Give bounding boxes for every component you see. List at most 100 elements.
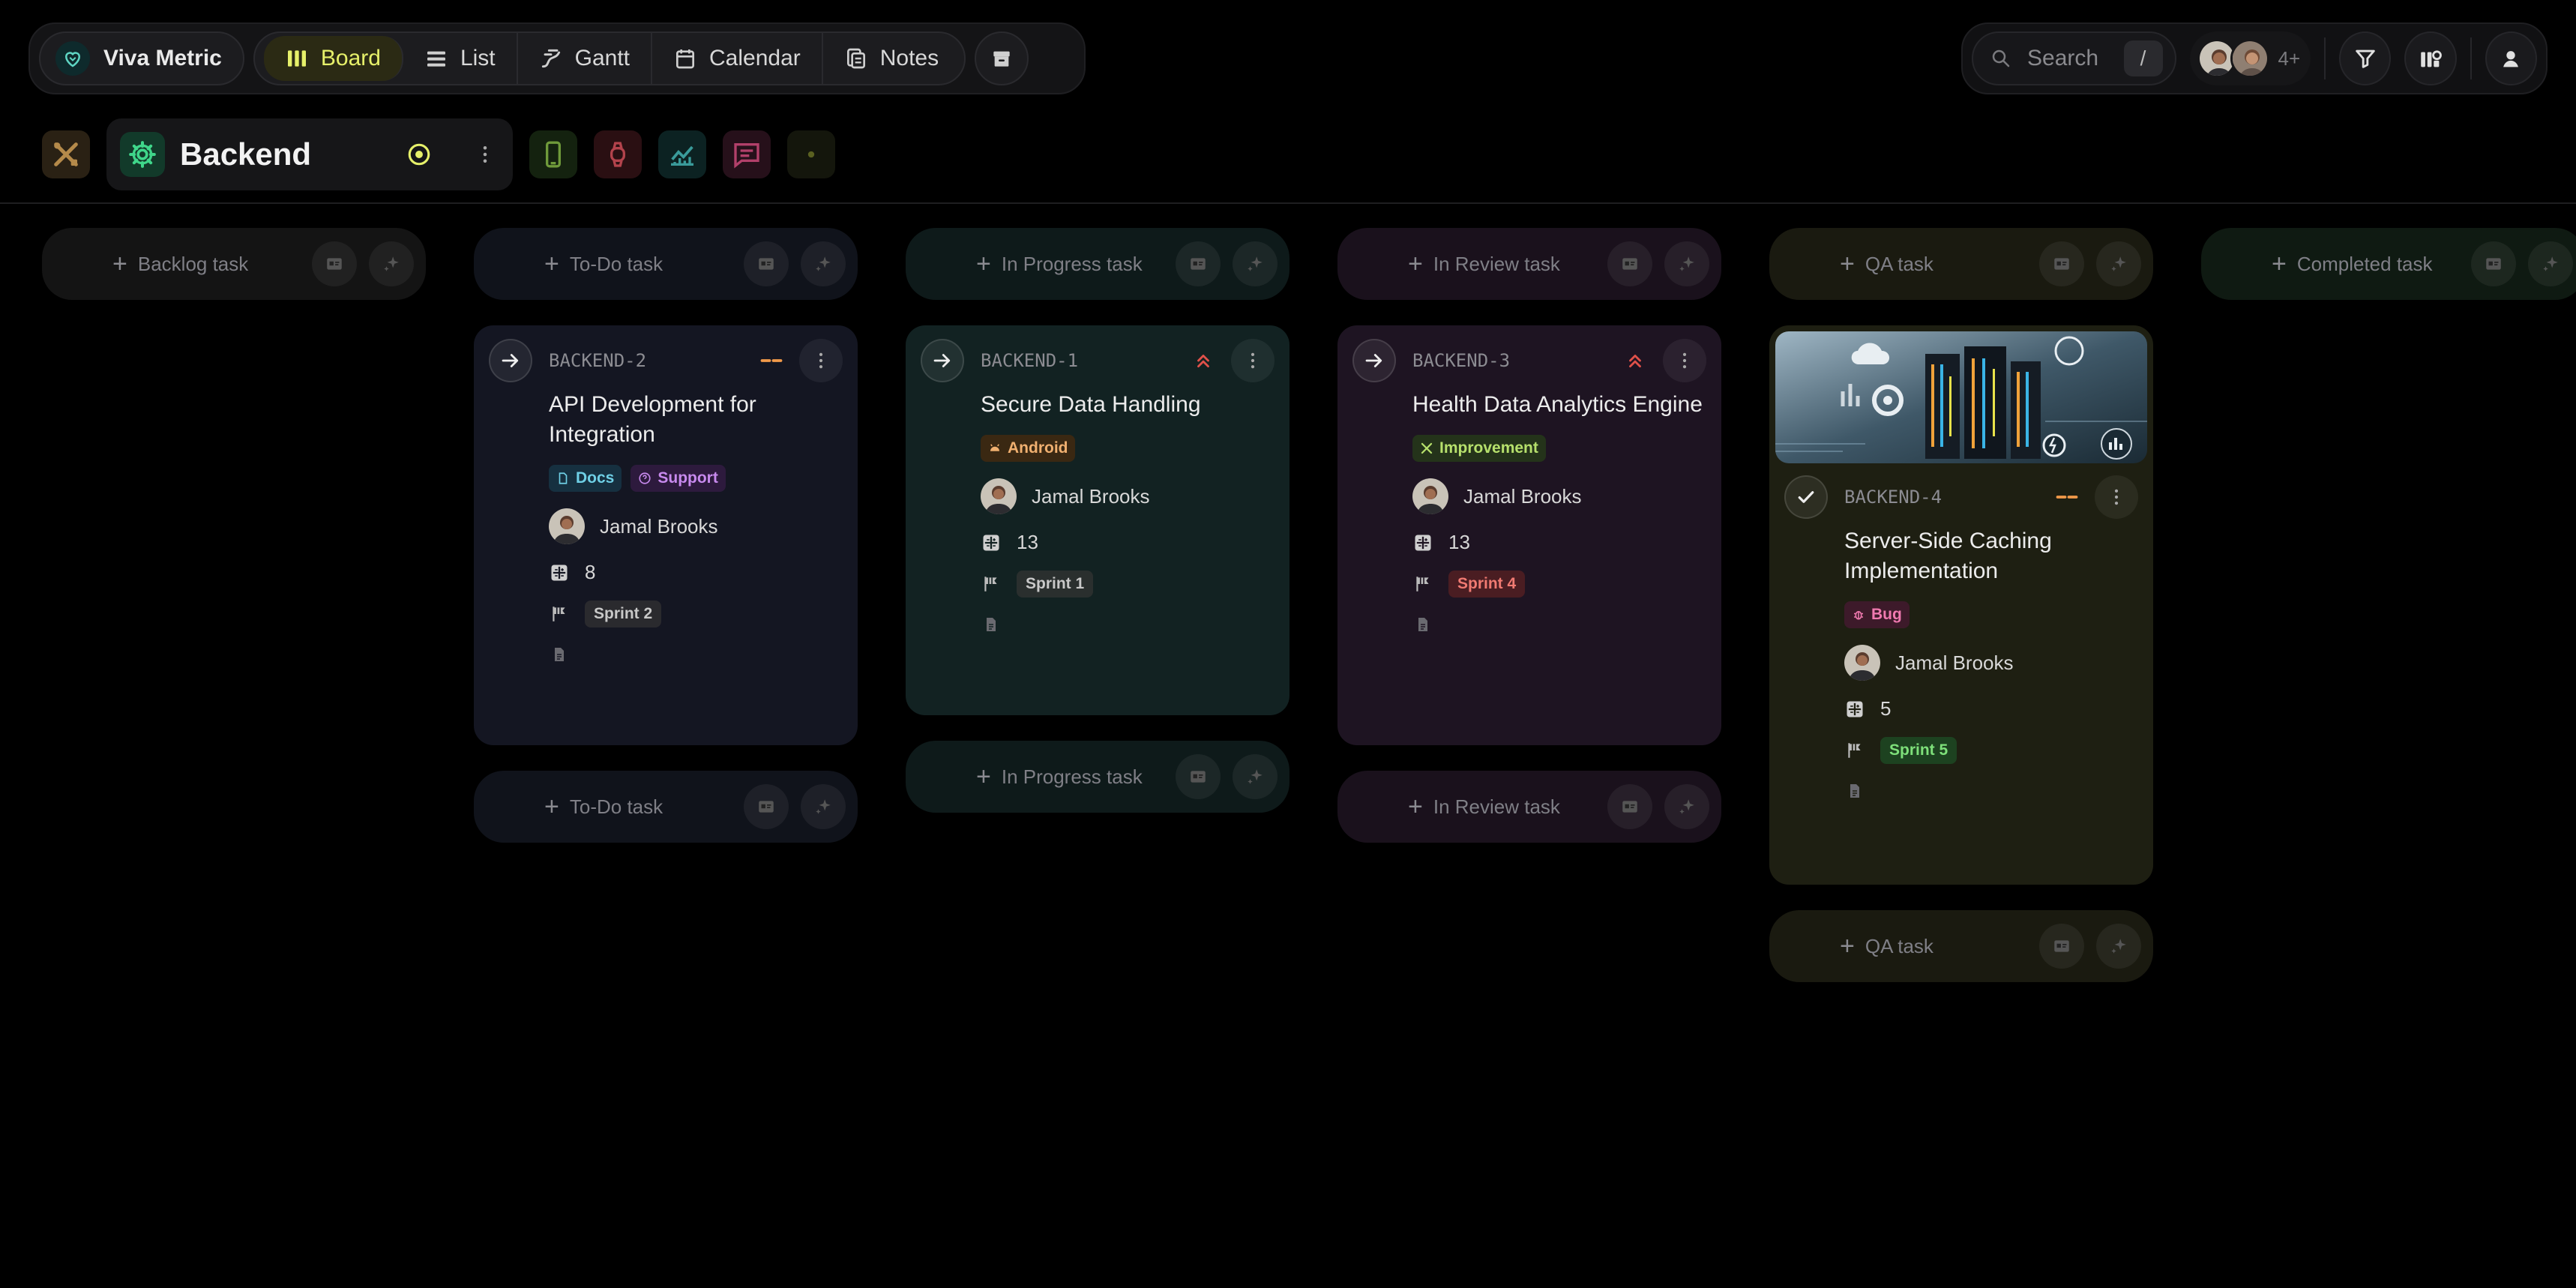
ai-generate-button[interactable] bbox=[801, 784, 846, 829]
tab-board[interactable]: Board bbox=[263, 36, 403, 81]
sparkle-icon bbox=[2111, 939, 2126, 954]
add-task-button[interactable]: + To-Do task bbox=[474, 228, 858, 300]
add-task-button[interactable]: + Completed task bbox=[2201, 228, 2576, 300]
task-menu-button[interactable] bbox=[2095, 475, 2138, 519]
project-mobile-button[interactable] bbox=[529, 130, 577, 178]
sprint-badge[interactable]: Sprint 2 bbox=[585, 601, 662, 628]
add-task-label: QA task bbox=[1865, 934, 1933, 957]
add-card-template-button[interactable] bbox=[744, 784, 789, 829]
filter-button[interactable] bbox=[2339, 31, 2392, 85]
plus-icon: + bbox=[976, 249, 991, 278]
move-task-button[interactable] bbox=[489, 339, 532, 382]
board-settings-button[interactable] bbox=[2404, 31, 2457, 85]
ai-generate-button[interactable] bbox=[801, 241, 846, 286]
add-card-template-button[interactable] bbox=[744, 241, 789, 286]
task-card[interactable]: BACKEND-4 Server-Side Caching Implementa… bbox=[1769, 325, 2153, 885]
project-chat-button[interactable] bbox=[723, 130, 771, 178]
project-watch-button[interactable] bbox=[594, 130, 642, 178]
sprint-badge[interactable]: Sprint 1 bbox=[1017, 571, 1094, 598]
column-in-progress: + In Progress task BACKEND-1 Secure Data… bbox=[906, 228, 1289, 813]
toolbar-divider bbox=[2470, 37, 2472, 79]
sparkle-icon bbox=[1248, 769, 1263, 784]
complete-task-button[interactable] bbox=[1784, 475, 1828, 519]
chat-icon bbox=[734, 143, 759, 169]
ai-generate-button[interactable] bbox=[2528, 241, 2573, 286]
task-card[interactable]: BACKEND-2 API Development for Integratio… bbox=[474, 325, 858, 745]
workspace-switcher[interactable]: Viva Metric bbox=[39, 31, 244, 85]
dot-icon bbox=[807, 151, 815, 158]
tab-list[interactable]: List bbox=[403, 31, 518, 85]
ai-generate-button[interactable] bbox=[369, 241, 414, 286]
id-card-icon bbox=[2054, 940, 2069, 952]
task-card[interactable]: BACKEND-3 Health Data Analytics Engine I… bbox=[1337, 325, 1721, 745]
add-card-template-button[interactable] bbox=[1176, 754, 1221, 799]
add-card-template-button[interactable] bbox=[2039, 924, 2084, 969]
add-card-template-button[interactable] bbox=[312, 241, 357, 286]
add-card-template-button[interactable] bbox=[1176, 241, 1221, 286]
sprint-badge[interactable]: Sprint 5 bbox=[1880, 737, 1957, 764]
description-row bbox=[549, 644, 843, 665]
task-card[interactable]: BACKEND-1 Secure Data Handling Android J… bbox=[906, 325, 1289, 715]
member-avatars[interactable]: 4+ bbox=[2189, 31, 2311, 85]
priority-medium-icon bbox=[759, 349, 784, 372]
plus-icon: + bbox=[544, 249, 559, 278]
assignee-name: Jamal Brooks bbox=[1032, 484, 1150, 508]
id-card-icon bbox=[1191, 258, 1206, 270]
story-points-row: 13 bbox=[1412, 531, 1706, 554]
tab-notes[interactable]: Notes bbox=[823, 31, 960, 85]
tab-calendar[interactable]: Calendar bbox=[652, 31, 823, 85]
project-analytics-button[interactable] bbox=[658, 130, 706, 178]
search-input[interactable]: Search / bbox=[1972, 31, 2176, 85]
add-card-template-button[interactable] bbox=[2471, 241, 2516, 286]
add-task-button[interactable]: + QA task bbox=[1769, 228, 2153, 300]
task-menu-button[interactable] bbox=[1663, 339, 1706, 382]
task-menu-button[interactable] bbox=[799, 339, 843, 382]
avatar bbox=[1844, 645, 1880, 681]
move-task-button[interactable] bbox=[921, 339, 964, 382]
android-icon bbox=[990, 444, 999, 451]
sprint-row: Sprint 5 bbox=[1844, 737, 2138, 764]
add-task-button[interactable]: + To-Do task bbox=[474, 771, 858, 843]
tab-list-label: List bbox=[460, 46, 496, 70]
flag-icon bbox=[1412, 574, 1433, 595]
assignee-row: Jamal Brooks bbox=[981, 478, 1275, 514]
tab-gantt[interactable]: Gantt bbox=[518, 31, 652, 85]
arrow-right-icon bbox=[502, 354, 519, 367]
project-add-button[interactable] bbox=[787, 130, 835, 178]
add-card-template-button[interactable] bbox=[2039, 241, 2084, 286]
target-icon[interactable] bbox=[406, 142, 432, 167]
add-task-button[interactable]: + In Review task bbox=[1337, 228, 1721, 300]
archive-button[interactable] bbox=[975, 31, 1029, 85]
plus-icon: + bbox=[2272, 249, 2287, 278]
project-menu-icon[interactable] bbox=[474, 143, 496, 166]
ai-generate-button[interactable] bbox=[1233, 754, 1278, 799]
id-card-icon bbox=[327, 258, 342, 270]
add-task-button[interactable]: + In Review task bbox=[1337, 771, 1721, 843]
tools-icon bbox=[54, 142, 78, 166]
ai-generate-button[interactable] bbox=[1664, 784, 1709, 829]
current-project[interactable]: Backend bbox=[106, 118, 513, 190]
flag-icon bbox=[549, 604, 570, 625]
add-card-template-button[interactable] bbox=[1607, 784, 1652, 829]
story-points-row: 5 bbox=[1844, 697, 2138, 720]
sparkle-icon bbox=[816, 256, 831, 271]
add-task-button[interactable]: + Backlog task bbox=[42, 228, 426, 300]
add-task-button[interactable]: + In Progress task bbox=[906, 741, 1289, 813]
story-points: 5 bbox=[1880, 697, 1892, 720]
calendar-icon bbox=[676, 49, 694, 69]
add-card-template-button[interactable] bbox=[1607, 241, 1652, 286]
add-task-button[interactable]: + In Progress task bbox=[906, 228, 1289, 300]
profile-button[interactable] bbox=[2485, 31, 2537, 85]
ai-generate-button[interactable] bbox=[2096, 241, 2141, 286]
ai-generate-button[interactable] bbox=[1664, 241, 1709, 286]
view-switcher: Board List Gantt Calendar Notes bbox=[253, 31, 966, 85]
estimate-icon bbox=[549, 562, 570, 583]
task-menu-button[interactable] bbox=[1231, 339, 1275, 382]
board-icon bbox=[287, 50, 306, 67]
ai-generate-button[interactable] bbox=[1233, 241, 1278, 286]
add-task-button[interactable]: + QA task bbox=[1769, 910, 2153, 982]
move-task-button[interactable] bbox=[1352, 339, 1396, 382]
project-tools-button[interactable] bbox=[42, 130, 90, 178]
sprint-badge[interactable]: Sprint 4 bbox=[1448, 571, 1526, 598]
ai-generate-button[interactable] bbox=[2096, 924, 2141, 969]
